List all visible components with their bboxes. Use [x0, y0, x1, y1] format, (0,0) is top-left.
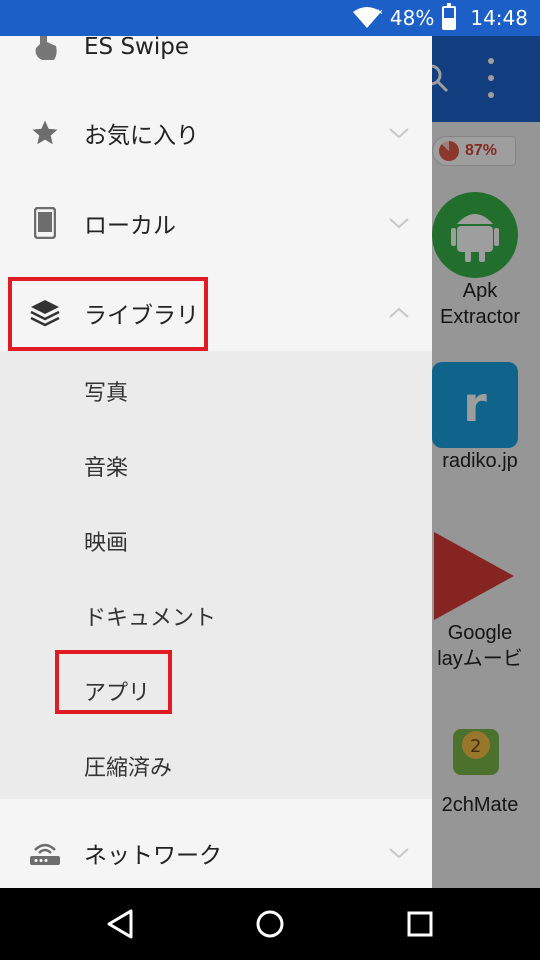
- navigation-drawer: ES Swipe お気に入り ローカル ライブラリ 写真 音楽 映画 ドキュメン…: [0, 36, 432, 888]
- clock: 14:48: [470, 6, 528, 30]
- router-icon: [28, 836, 62, 870]
- drawer-item-network[interactable]: ネットワーク: [0, 816, 432, 888]
- battery-icon: [442, 3, 457, 30]
- submenu-item-archives[interactable]: 圧縮済み: [84, 750, 172, 782]
- drawer-item-label: お気に入り: [84, 123, 199, 149]
- drawer-item-label: ネットワーク: [84, 843, 222, 869]
- highlight-apps: [55, 650, 172, 714]
- back-icon[interactable]: [100, 904, 140, 944]
- star-icon: [28, 116, 62, 150]
- svg-text:×: ×: [376, 7, 382, 18]
- home-icon[interactable]: [250, 904, 290, 944]
- highlight-library: [8, 277, 208, 351]
- phone-icon: [28, 206, 62, 240]
- status-bar: × 48% 14:48: [0, 0, 540, 36]
- recents-icon[interactable]: [400, 904, 440, 944]
- chevron-down-icon[interactable]: [388, 122, 410, 144]
- library-submenu: 写真 音楽 映画 ドキュメント アプリ 圧縮済み: [0, 351, 432, 799]
- drawer-item-label: ES Swipe: [84, 36, 189, 60]
- submenu-item-music[interactable]: 音楽: [84, 450, 128, 482]
- submenu-item-documents[interactable]: ドキュメント: [84, 600, 216, 632]
- drawer-item-es-swipe[interactable]: ES Swipe: [0, 36, 432, 66]
- battery-percent: 48%: [389, 6, 435, 30]
- drawer-item-label: ローカル: [84, 213, 176, 239]
- drawer-item-favorites[interactable]: お気に入り: [0, 96, 432, 170]
- chevron-up-icon[interactable]: [388, 302, 410, 324]
- system-navigation-bar: [0, 888, 540, 960]
- wifi-icon: ×: [352, 7, 382, 28]
- drawer-item-local[interactable]: ローカル: [0, 186, 432, 260]
- chevron-down-icon[interactable]: [388, 212, 410, 234]
- touch-icon: [28, 36, 62, 62]
- chevron-down-icon[interactable]: [388, 842, 410, 864]
- submenu-item-photos[interactable]: 写真: [84, 375, 128, 407]
- submenu-item-movies[interactable]: 映画: [84, 525, 128, 557]
